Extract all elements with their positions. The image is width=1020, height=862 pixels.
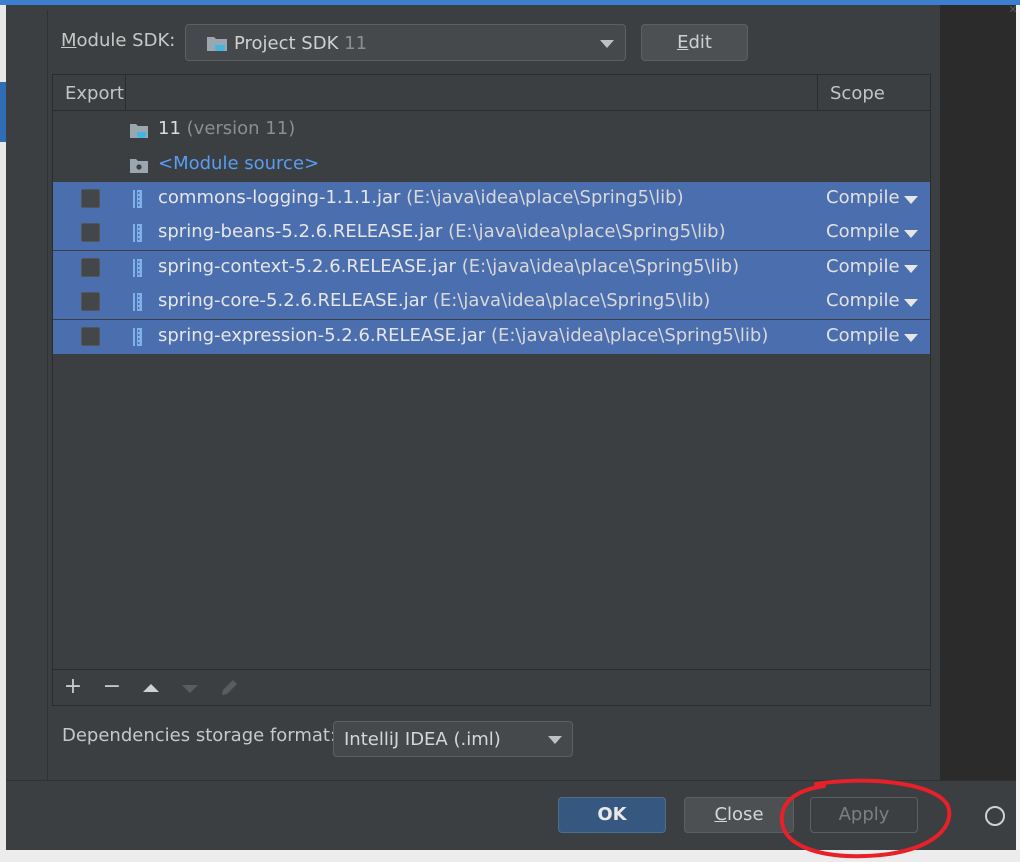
- edit-sdk-button[interactable]: Edit: [641, 24, 748, 61]
- library-name: spring-core-5.2.6.RELEASE.jar (E:\java\i…: [158, 290, 710, 311]
- module-sdk-label: Module SDK:: [61, 30, 176, 51]
- minus-icon[interactable]: −: [101, 676, 123, 699]
- sdk-folder-icon: [207, 37, 227, 51]
- jar-path: (E:\java\idea\place\Spring5\lib): [461, 255, 740, 277]
- scope-dropdown[interactable]: Compile: [826, 325, 900, 346]
- jar-file-name: spring-context-5.2.6.RELEASE.jar: [158, 255, 456, 277]
- background-window-edge-right: [1016, 5, 1020, 862]
- library-name: commons-logging-1.1.1.jar (E:\java\idea\…: [158, 187, 684, 208]
- help-icon[interactable]: [985, 806, 1005, 826]
- column-header-scope[interactable]: Scope: [818, 75, 930, 111]
- table-row-module-source[interactable]: <Module source>: [53, 148, 930, 182]
- table-row[interactable]: spring-expression-5.2.6.RELEASE.jar (E:\…: [53, 319, 930, 354]
- chevron-down-icon: [600, 40, 614, 48]
- table-row[interactable]: spring-context-5.2.6.RELEASE.jar (E:\jav…: [53, 250, 930, 285]
- export-checkbox[interactable]: [81, 223, 100, 243]
- jar-path: (E:\java\idea\place\Spring5\lib): [432, 290, 711, 312]
- jar-file-name: spring-core-5.2.6.RELEASE.jar: [158, 290, 428, 312]
- jar-file-name: commons-logging-1.1.1.jar: [158, 187, 401, 208]
- jar-path: (E:\java\idea\place\Spring5\lib): [448, 221, 726, 243]
- library-name: spring-beans-5.2.6.RELEASE.jar (E:\java\…: [158, 221, 726, 242]
- table-toolbar: + −: [53, 669, 930, 705]
- table-row-sdk[interactable]: 11 (version 11): [53, 113, 930, 147]
- jar-library-icon: [133, 190, 142, 208]
- scope-dropdown[interactable]: Compile: [826, 187, 900, 208]
- module-folder-icon: [130, 159, 148, 173]
- column-header-name[interactable]: [126, 75, 818, 111]
- panel-divider: [47, 10, 48, 782]
- export-checkbox[interactable]: [81, 326, 100, 346]
- chevron-down-icon[interactable]: [904, 230, 918, 239]
- ok-button[interactable]: OK: [558, 797, 666, 833]
- export-checkbox[interactable]: [81, 189, 100, 208]
- storage-format-combobox[interactable]: IntelliJ IDEA (.iml): [333, 721, 573, 757]
- module-sdk-combobox[interactable]: Project SDK 11: [185, 24, 626, 61]
- dependencies-table: Export Scope 11 (version 11) <Module sou…: [52, 74, 931, 706]
- scope-dropdown[interactable]: Compile: [826, 256, 900, 277]
- table-row[interactable]: spring-beans-5.2.6.RELEASE.jar (E:\java\…: [53, 216, 930, 251]
- edit-pencil-icon[interactable]: [218, 677, 240, 699]
- module-source-label: <Module source>: [158, 153, 320, 174]
- chevron-down-icon[interactable]: [904, 196, 918, 204]
- close-button[interactable]: Close: [684, 797, 794, 833]
- table-row[interactable]: commons-logging-1.1.1.jar (E:\java\idea\…: [53, 182, 930, 216]
- chevron-down-icon[interactable]: [904, 264, 918, 273]
- jar-library-icon: [133, 224, 142, 243]
- apply-button[interactable]: Apply: [810, 797, 918, 833]
- jar-library-icon: [133, 327, 142, 346]
- column-header-export[interactable]: Export: [53, 75, 126, 111]
- sdk-entry-name: 11: [158, 118, 181, 139]
- chevron-down-icon: [548, 736, 562, 744]
- jar-file-name: spring-expression-5.2.6.RELEASE.jar: [158, 324, 486, 346]
- module-sdk-value: Project SDK 11: [234, 33, 368, 54]
- export-checkbox[interactable]: [81, 257, 100, 277]
- scope-dropdown[interactable]: Compile: [826, 290, 900, 311]
- table-row[interactable]: spring-core-5.2.6.RELEASE.jar (E:\java\i…: [53, 285, 930, 320]
- chevron-down-icon[interactable]: [904, 299, 918, 308]
- chevron-down-icon[interactable]: [904, 333, 918, 342]
- storage-format-value: IntelliJ IDEA (.iml): [344, 729, 501, 750]
- table-header: Export Scope: [53, 75, 930, 111]
- move-up-icon[interactable]: [140, 677, 162, 699]
- taskbar-strip: [0, 850, 1020, 862]
- screenshot-root: ✕ Module SDK: Project SDK 11 Edit Export…: [0, 0, 1020, 862]
- sdk-entry-version: (version 11): [186, 118, 296, 139]
- scope-dropdown[interactable]: Compile: [826, 221, 900, 242]
- background-editor-panel: [940, 5, 1020, 785]
- sdk-folder-icon: [130, 124, 148, 138]
- jar-file-name: spring-beans-5.2.6.RELEASE.jar: [158, 221, 443, 243]
- plus-icon[interactable]: +: [62, 676, 84, 699]
- jar-library-icon: [133, 258, 142, 277]
- library-name: spring-expression-5.2.6.RELEASE.jar (E:\…: [158, 325, 768, 346]
- jar-library-icon: [133, 293, 142, 312]
- export-checkbox[interactable]: [81, 292, 100, 312]
- storage-format-label: Dependencies storage format:: [62, 725, 337, 746]
- move-down-icon[interactable]: [179, 677, 201, 699]
- library-name: spring-context-5.2.6.RELEASE.jar (E:\jav…: [158, 256, 739, 277]
- jar-path: (E:\java\idea\place\Spring5\lib): [490, 324, 769, 346]
- jar-path: (E:\java\idea\place\Spring5\lib): [406, 187, 684, 208]
- close-icon[interactable]: ✕: [1006, 4, 1020, 16]
